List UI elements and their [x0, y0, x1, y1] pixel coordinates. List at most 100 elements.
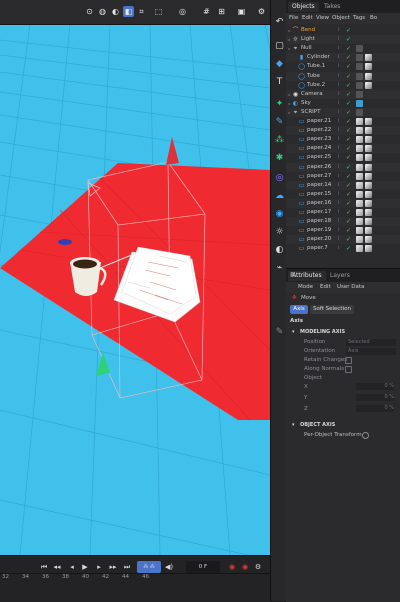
enabled-check-icon[interactable]: ✓ [346, 136, 352, 143]
object-row[interactable]: ▭ paper.16 ⁞ ✓ [286, 198, 400, 208]
pen-icon[interactable]: ✎ [274, 116, 285, 127]
enabled-check-icon[interactable]: ✓ [346, 218, 352, 225]
cube-view-icon[interactable]: ◧ [123, 6, 134, 17]
menu-item[interactable]: User Data [337, 284, 364, 290]
visibility-dots[interactable]: ⁞ [338, 126, 343, 134]
texture-tag-icon[interactable] [365, 81, 372, 89]
texture-tag-icon[interactable] [365, 245, 372, 253]
object-row[interactable]: ▸ ◐ Sky ⁞ ✓ [286, 99, 400, 108]
object-row[interactable]: ▸ ⌒ Bend ⁞ ✓ [286, 26, 400, 35]
material-tag-icon[interactable] [356, 236, 363, 244]
object-row[interactable]: ▭ paper.15 ⁞ ✓ [286, 190, 400, 199]
enabled-check-icon[interactable]: ✓ [346, 45, 352, 52]
menu-item[interactable]: Edit [320, 284, 331, 290]
material-tag-icon[interactable] [356, 54, 363, 62]
material-tag-icon[interactable] [356, 108, 363, 116]
texture-tag-icon[interactable] [365, 227, 372, 235]
material-tag-icon[interactable] [356, 145, 363, 153]
object-name[interactable]: paper.15 [307, 191, 331, 198]
retain-changes-checkbox[interactable] [345, 357, 352, 364]
visibility-dots[interactable]: ⁞ [338, 72, 343, 80]
visibility-dots[interactable]: ⁞ [338, 35, 343, 43]
visibility-dots[interactable]: ⁞ [338, 190, 343, 198]
environment-icon[interactable]: ☁ [274, 190, 285, 201]
wireframe-icon[interactable]: ⬚ [153, 6, 164, 17]
render-icon[interactable]: ▣ [236, 6, 247, 17]
enabled-check-icon[interactable]: ✓ [346, 154, 352, 161]
enabled-check-icon[interactable]: ✓ [346, 82, 352, 89]
cube-icon[interactable]: ◆ [274, 58, 285, 69]
record-icon[interactable]: ◉ [227, 561, 237, 573]
enabled-check-icon[interactable]: ✓ [346, 236, 352, 243]
previous-frame-icon[interactable]: ◂ [67, 561, 77, 573]
material-tag-icon[interactable] [356, 172, 363, 180]
object-row[interactable]: ◯ Tube.1 ⁞ ✓ [286, 62, 400, 71]
texture-tag-icon[interactable] [365, 172, 372, 180]
material-tag-icon[interactable] [356, 90, 363, 98]
along-normals-checkbox[interactable] [345, 366, 352, 373]
object-name[interactable]: paper.16 [307, 200, 331, 207]
texture-tag-icon[interactable] [365, 154, 372, 162]
material-tag-icon[interactable] [356, 118, 363, 125]
enabled-check-icon[interactable]: ✓ [346, 227, 352, 234]
menu-item[interactable]: File [289, 15, 298, 21]
material-tag-icon[interactable] [356, 63, 363, 71]
material-tag-icon[interactable] [356, 163, 363, 171]
visibility-dots[interactable]: ⁞ [338, 53, 343, 61]
lock-icon[interactable]: ◧ [290, 271, 296, 278]
generator-icon[interactable]: ✦ [274, 98, 285, 109]
texture-tag-icon[interactable] [365, 199, 372, 207]
text-icon[interactable]: T [274, 76, 285, 87]
texture-tag-icon[interactable] [365, 118, 372, 125]
subtab-axis[interactable]: Axis [290, 305, 308, 314]
object-name[interactable]: Light [301, 36, 315, 43]
deformer-icon[interactable]: ✱ [274, 152, 285, 163]
collapse-arrow-icon[interactable]: ▾ [292, 329, 295, 335]
object-row[interactable]: ▭ paper.17 ⁞ ✓ [286, 208, 400, 217]
visibility-dots[interactable]: ⁞ [338, 226, 343, 234]
menu-item[interactable]: Tags [353, 15, 365, 21]
enabled-check-icon[interactable]: ✓ [346, 127, 352, 134]
object-name[interactable]: paper.26 [307, 164, 331, 171]
previous-key-icon[interactable]: ◂◂ [52, 561, 62, 573]
frame-field[interactable]: 0 F [186, 561, 220, 573]
object-row[interactable]: ▭ paper.25 ⁞ ✓ [286, 153, 400, 162]
menu-item[interactable]: Bo [370, 15, 377, 21]
menu-item[interactable]: Edit [302, 15, 313, 21]
object-name[interactable]: Cylinder [307, 54, 330, 61]
texture-tag-icon[interactable] [365, 163, 372, 171]
x-percent-field[interactable]: 0 % [356, 383, 394, 390]
autokey-icon[interactable]: ◉ [240, 561, 250, 573]
light-bulb-icon[interactable]: ◍ [97, 6, 108, 17]
material-tag-icon[interactable] [356, 227, 363, 235]
go-to-start-icon[interactable]: ⏮ [39, 561, 49, 573]
object-name[interactable]: paper.21 [307, 118, 331, 125]
enabled-check-icon[interactable]: ✓ [346, 173, 352, 180]
object-name[interactable]: paper.14 [307, 182, 331, 189]
paint-icon[interactable]: ◐ [274, 244, 285, 255]
material-tag-icon[interactable] [356, 72, 363, 80]
texture-tag-icon[interactable] [365, 181, 372, 189]
object-name[interactable]: Tube.1 [307, 63, 325, 70]
object-name[interactable]: Bend [301, 27, 315, 34]
material-tag-icon[interactable] [356, 136, 363, 144]
object-name[interactable]: Tube.2 [307, 82, 325, 89]
grid-snap-icon[interactable]: # [201, 6, 212, 17]
view-icon[interactable]: ◐ [110, 6, 121, 17]
visibility-dots[interactable]: ⁞ [338, 81, 343, 89]
material-tag-icon[interactable] [356, 127, 363, 135]
enabled-check-icon[interactable]: ✓ [346, 54, 352, 61]
globe-icon[interactable]: ◎ [177, 6, 188, 17]
visibility-dots[interactable]: ⁞ [338, 235, 343, 243]
enabled-check-icon[interactable]: ✓ [346, 100, 352, 107]
menu-item[interactable]: View [316, 15, 329, 21]
visibility-dots[interactable]: ⁞ [338, 199, 343, 207]
object-row[interactable]: ◯ Tube ⁞ ✓ [286, 71, 400, 81]
object-row[interactable]: ▭ paper.19 ⁞ ✓ [286, 226, 400, 235]
object-name[interactable]: paper.22 [307, 127, 331, 134]
object-name[interactable]: paper.19 [307, 227, 331, 234]
visibility-dots[interactable]: ⁞ [338, 181, 343, 189]
hair-icon[interactable]: ⌁ [274, 262, 285, 273]
visibility-dots[interactable]: ⁞ [338, 117, 343, 125]
enabled-check-icon[interactable]: ✓ [346, 209, 352, 216]
